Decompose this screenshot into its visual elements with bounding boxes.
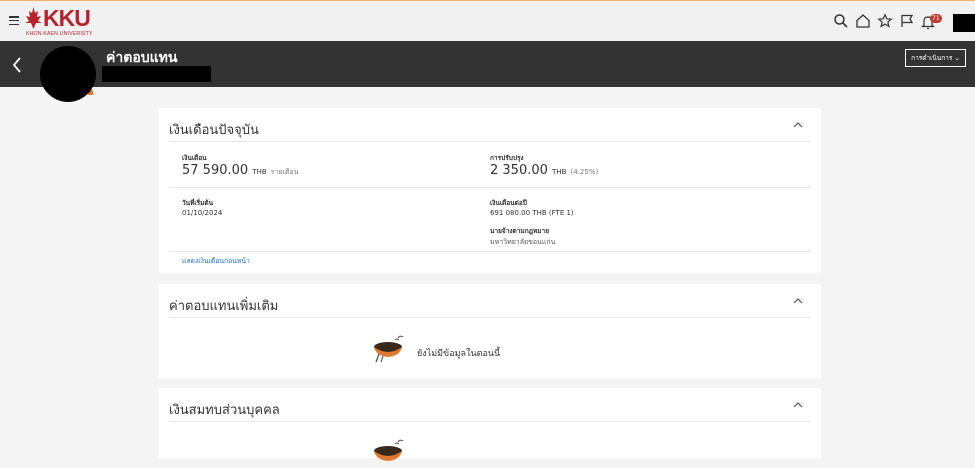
chevron-up-icon[interactable] bbox=[793, 122, 803, 128]
divider bbox=[169, 141, 811, 142]
logo-text: KKU bbox=[43, 5, 91, 31]
empty-state-message: ยังไม่มีข้อมูลในตอนนี้ bbox=[417, 349, 501, 359]
worker-name-redacted bbox=[102, 66, 211, 82]
empty-nest-icon bbox=[374, 335, 404, 363]
salary-period: รายเดือน bbox=[270, 168, 299, 176]
salary-value: 57 590.00 bbox=[182, 163, 249, 178]
search-icon[interactable] bbox=[833, 13, 849, 29]
annual-salary-value: 691 080.00 bbox=[490, 209, 531, 217]
adjustment-value-row: 2 350.00 THB (4.25%) bbox=[490, 163, 598, 178]
divider bbox=[169, 251, 811, 252]
adjustment-label: การปรับปรุง bbox=[490, 154, 524, 162]
current-salary-card: เงินเดือนปัจจุบัน เงินเดือน 57 590.00 TH… bbox=[159, 108, 821, 273]
chevron-up-icon[interactable] bbox=[793, 298, 803, 304]
annual-salary-label: เงินเดือนต่อปี bbox=[490, 199, 527, 207]
personal-contribution-title: เงินสมทบส่วนบุคคล bbox=[169, 403, 280, 418]
salary-value-row: 57 590.00 THB รายเดือน bbox=[182, 163, 299, 178]
kku-logo[interactable]: KKU KHON KAEN UNIVERSITY bbox=[25, 6, 100, 38]
back-arrow-icon[interactable] bbox=[10, 56, 24, 74]
salary-label: เงินเดือน bbox=[182, 154, 207, 162]
profile-avatar-redacted[interactable] bbox=[953, 14, 975, 32]
annual-salary-currency: THB bbox=[532, 209, 547, 217]
current-salary-title: เงินเดือนปัจจุบัน bbox=[169, 123, 259, 138]
adjustment-value: 2 350.00 bbox=[490, 163, 548, 178]
additional-compensation-card: ค่าตอบแทนเพิ่มเติม ยังไม่มีข้อมูลในตอนนี… bbox=[159, 284, 821, 378]
divider bbox=[169, 187, 811, 188]
kku-emblem-icon bbox=[25, 7, 42, 29]
adjustment-currency: THB bbox=[552, 168, 567, 176]
divider bbox=[169, 317, 811, 318]
divider bbox=[169, 421, 811, 422]
home-icon[interactable] bbox=[855, 13, 871, 29]
chevron-up-icon[interactable] bbox=[793, 402, 803, 408]
top-bar: KKU KHON KAEN UNIVERSITY 71 bbox=[0, 0, 975, 41]
star-icon[interactable] bbox=[877, 13, 893, 29]
annual-salary-fte: (FTE 1) bbox=[548, 209, 574, 217]
additional-compensation-title: ค่าตอบแทนเพิ่มเติม bbox=[169, 299, 279, 314]
actions-button[interactable]: การดำเนินการ ⌄ bbox=[905, 49, 966, 67]
employer-value: มหาวิทยาลัยขอนแก่น bbox=[490, 238, 556, 246]
show-previous-salary-link[interactable]: แสดงเงินเดือนก่อนหน้า bbox=[182, 255, 250, 266]
avatar bbox=[40, 46, 96, 102]
employer-label: นายจ้างตามกฎหมาย bbox=[490, 227, 550, 235]
menu-icon[interactable] bbox=[9, 16, 19, 26]
salary-currency: THB bbox=[252, 168, 267, 176]
logo-subtext: KHON KAEN UNIVERSITY bbox=[26, 31, 93, 37]
notification-badge: 71 bbox=[930, 14, 942, 23]
start-date-label: วันที่เริ่มต้น bbox=[182, 199, 214, 207]
flag-icon[interactable] bbox=[899, 13, 915, 29]
start-date-value: 01/10/2024 bbox=[182, 209, 223, 217]
annual-salary-row: 691 080.00 THB (FTE 1) bbox=[490, 209, 574, 217]
adjustment-percent: (4.25%) bbox=[570, 168, 599, 176]
empty-nest-icon bbox=[374, 439, 404, 461]
